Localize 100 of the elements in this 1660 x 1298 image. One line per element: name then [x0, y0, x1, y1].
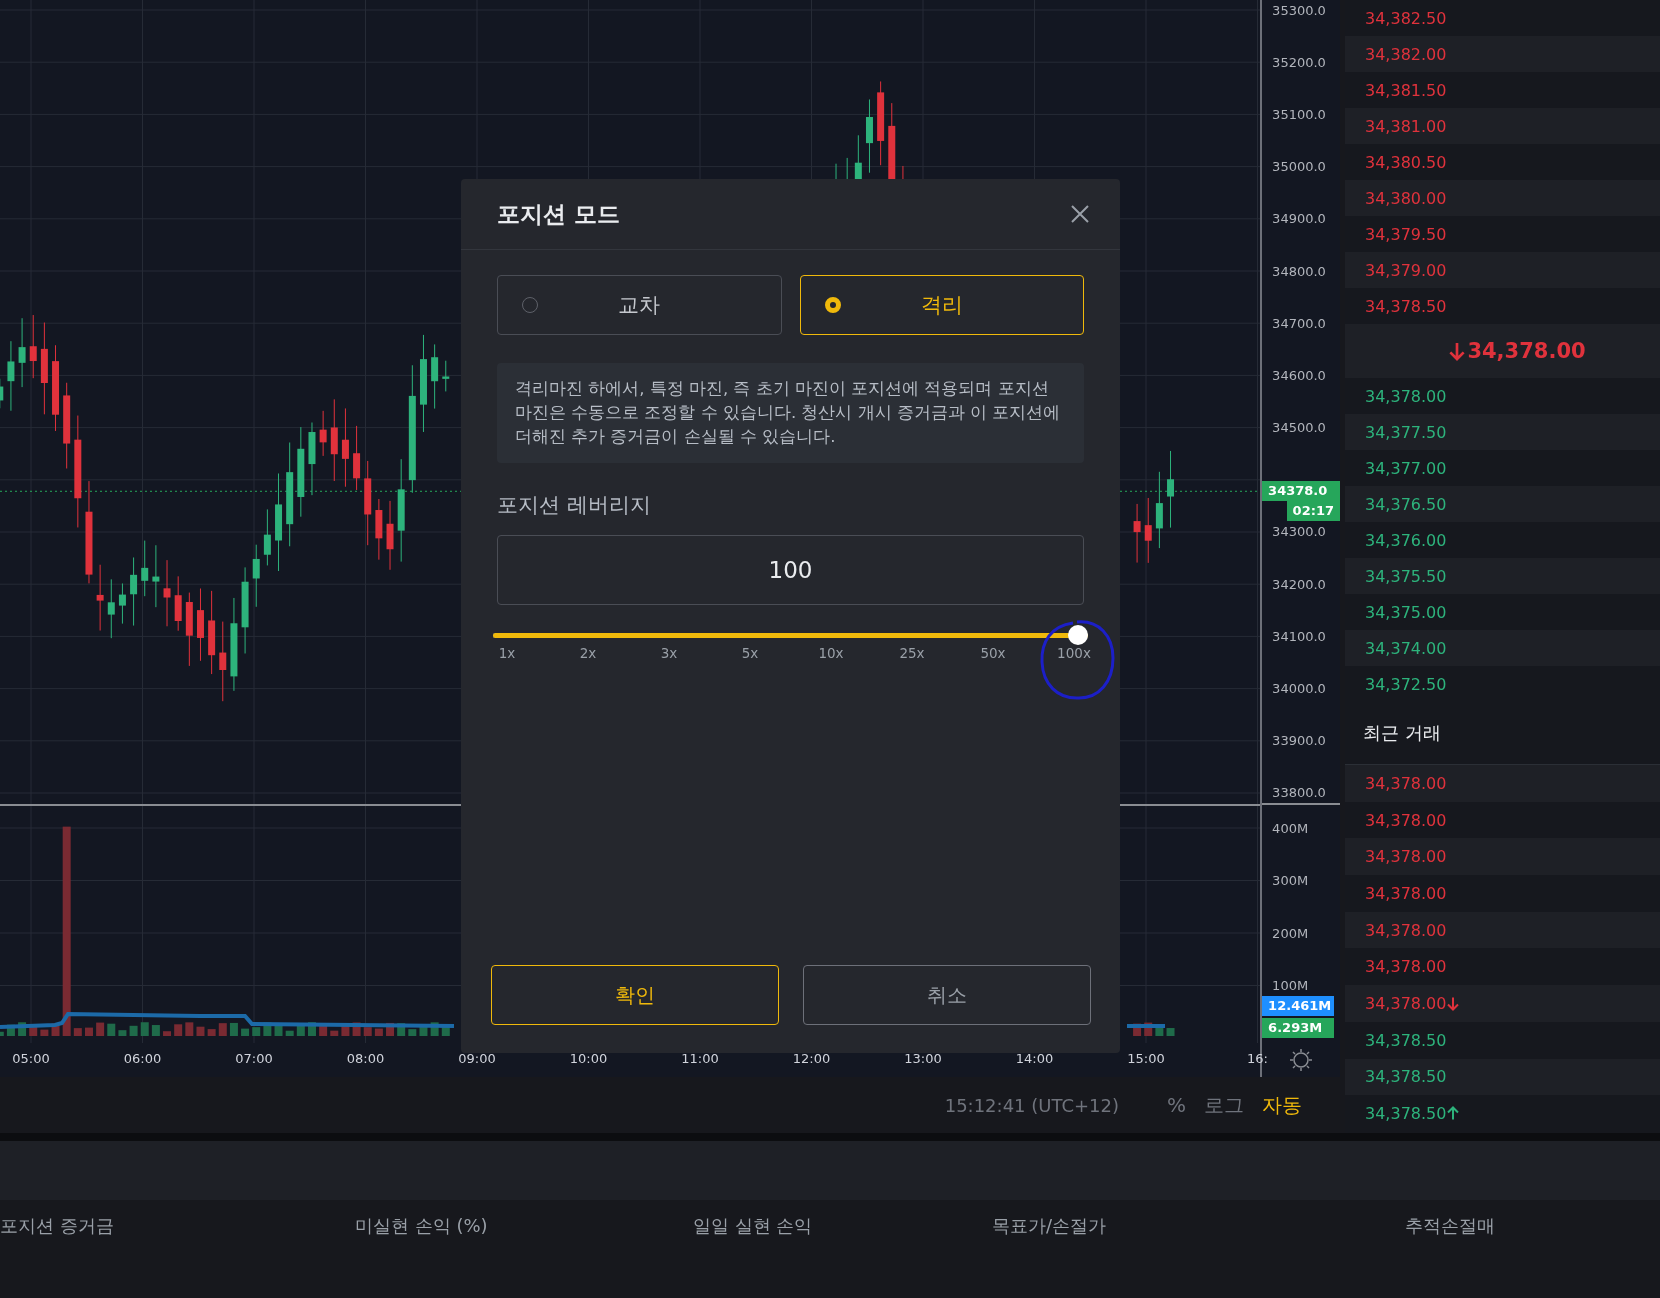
ask-price: 34,381.50 — [1365, 80, 1447, 100]
volume-bar — [352, 1022, 361, 1036]
candle — [1133, 503, 1141, 564]
candle — [96, 564, 104, 632]
bid-price: 34,376.50 — [1365, 494, 1447, 514]
volume-bar — [408, 1029, 417, 1036]
candle — [163, 559, 171, 627]
time-axis-label: 05:00 — [11, 1051, 51, 1066]
description-text: 격리마진 하에서, 특정 마진, 즉 초기 마진이 포지션에 적용되며 포지션 마진은 수동으로 조정할 수 있습니다. 청산시 개시 증거금과 이 포지션에 더해진 추가 증거금이 손실될 수 있습니다. — [515, 379, 1061, 446]
column-header: 미실현 손익 (%) — [355, 1214, 489, 1238]
volume-bar — [73, 1028, 82, 1036]
candle — [18, 317, 26, 388]
time-axis-label: 16: — [1246, 1051, 1269, 1066]
volume-tag: 6.293M — [1262, 1018, 1334, 1038]
price-axis-label: 35300.0 — [1272, 2, 1326, 18]
trade-price: 34,378.50 — [1365, 1067, 1447, 1087]
price-axis-label: 34500.0 — [1272, 420, 1326, 436]
slider-mark[interactable]: 50x — [969, 645, 1017, 661]
volume-bar — [29, 1026, 38, 1036]
candle — [141, 540, 149, 597]
price-axis-label: 34100.0 — [1272, 628, 1326, 644]
volume-bar — [319, 1025, 328, 1036]
volume-axis-label: 300M — [1272, 873, 1309, 889]
slider-mark[interactable]: 100x — [1050, 645, 1098, 661]
last-price: 34,378.00 — [1467, 339, 1586, 363]
trade-price: 34,378.50 — [1365, 1104, 1447, 1124]
candle — [152, 544, 160, 608]
ask-price: 34,381.00 — [1365, 116, 1447, 136]
volume-bar — [274, 1024, 283, 1036]
slider-mark[interactable]: 10x — [807, 645, 855, 661]
volume-bar — [397, 1023, 406, 1036]
ask-price: 34,379.50 — [1365, 224, 1447, 244]
slider-mark[interactable]: 3x — [645, 645, 693, 661]
price-axis-label: 33900.0 — [1272, 733, 1326, 749]
slider-thumb[interactable] — [1068, 625, 1088, 645]
trade-price: 34,378.00 — [1365, 810, 1447, 830]
candle — [7, 340, 15, 412]
trade-price: 34,378.50 — [1365, 1030, 1447, 1050]
volume-bar — [129, 1025, 138, 1036]
volume-bar — [330, 1030, 339, 1036]
scale-option[interactable]: % — [1167, 1093, 1186, 1117]
price-axis-label: 34200.0 — [1272, 576, 1326, 592]
price-axis-label: 34900.0 — [1272, 211, 1326, 227]
price-axis-label: 34700.0 — [1272, 315, 1326, 331]
time-axis-label: 07:00 — [234, 1051, 274, 1066]
mode-option[interactable]: 격리 — [799, 275, 1084, 335]
slider-mark[interactable]: 5x — [726, 645, 774, 661]
ask-price: 34,380.00 — [1365, 188, 1447, 208]
candle — [174, 575, 182, 632]
volume-bar — [40, 1029, 49, 1036]
price-axis-label: 35000.0 — [1272, 159, 1326, 175]
volume-bar — [419, 1026, 428, 1036]
slider-mark[interactable]: 25x — [888, 645, 936, 661]
ask-price: 34,382.50 — [1365, 8, 1447, 28]
volume-bar — [185, 1022, 194, 1036]
settings-icon[interactable] — [1289, 1048, 1314, 1072]
column-header: 추적손절매 — [1405, 1214, 1496, 1238]
time-axis-label: 14:00 — [1014, 1051, 1055, 1066]
trade-price: 34,378.00 — [1365, 920, 1447, 940]
candle — [319, 410, 327, 457]
volume-bar — [196, 1026, 205, 1036]
candle — [252, 544, 260, 608]
candle — [1144, 497, 1152, 564]
field-label: 포지션 레버리지 — [497, 492, 652, 519]
volume-axis-label: 400M — [1272, 820, 1309, 836]
volume-axis-label: 200M — [1272, 925, 1309, 941]
time-axis-label: 08:00 — [345, 1051, 386, 1066]
bid-price: 34,377.50 — [1365, 422, 1447, 442]
volume-bar — [207, 1029, 216, 1036]
bid-price: 34,372.50 — [1365, 674, 1447, 694]
slider-mark[interactable]: 2x — [564, 645, 612, 661]
scale-option[interactable]: 로그 — [1204, 1091, 1244, 1119]
candle — [375, 498, 383, 561]
confirm-button[interactable]: 확인 — [491, 965, 779, 1025]
mode-option[interactable]: 교차 — [497, 275, 782, 335]
volume-axis-label: 100M — [1272, 978, 1309, 994]
candle — [130, 556, 138, 627]
candle — [442, 360, 450, 392]
volume-bar — [374, 1028, 383, 1036]
volume-bar — [51, 1023, 60, 1036]
slider-mark[interactable]: 1x — [483, 645, 531, 661]
scale-option[interactable]: 자동 — [1262, 1091, 1302, 1119]
cancel-button[interactable]: 취소 — [803, 965, 1091, 1025]
volume-bar — [308, 1022, 316, 1036]
candle — [263, 508, 271, 566]
bid-price: 34,377.00 — [1365, 458, 1447, 478]
trade-price: 34,378.00 — [1365, 847, 1447, 867]
volume-bar — [174, 1024, 183, 1036]
countdown-tag: 02:17 — [1286, 501, 1340, 521]
time-axis-label: 06:00 — [122, 1051, 163, 1066]
volume-bar — [140, 1022, 149, 1036]
price-axis-label: 34300.0 — [1272, 524, 1326, 540]
volume-bar — [229, 1022, 238, 1036]
time-axis-label: 10:00 — [568, 1051, 609, 1066]
candle — [431, 343, 439, 410]
ask-price: 34,380.50 — [1365, 152, 1447, 172]
price-axis-label: 33800.0 — [1272, 785, 1326, 801]
candle — [29, 314, 37, 379]
price-axis-label: 35100.0 — [1272, 106, 1326, 122]
leverage-field[interactable]: 100 — [497, 535, 1084, 605]
